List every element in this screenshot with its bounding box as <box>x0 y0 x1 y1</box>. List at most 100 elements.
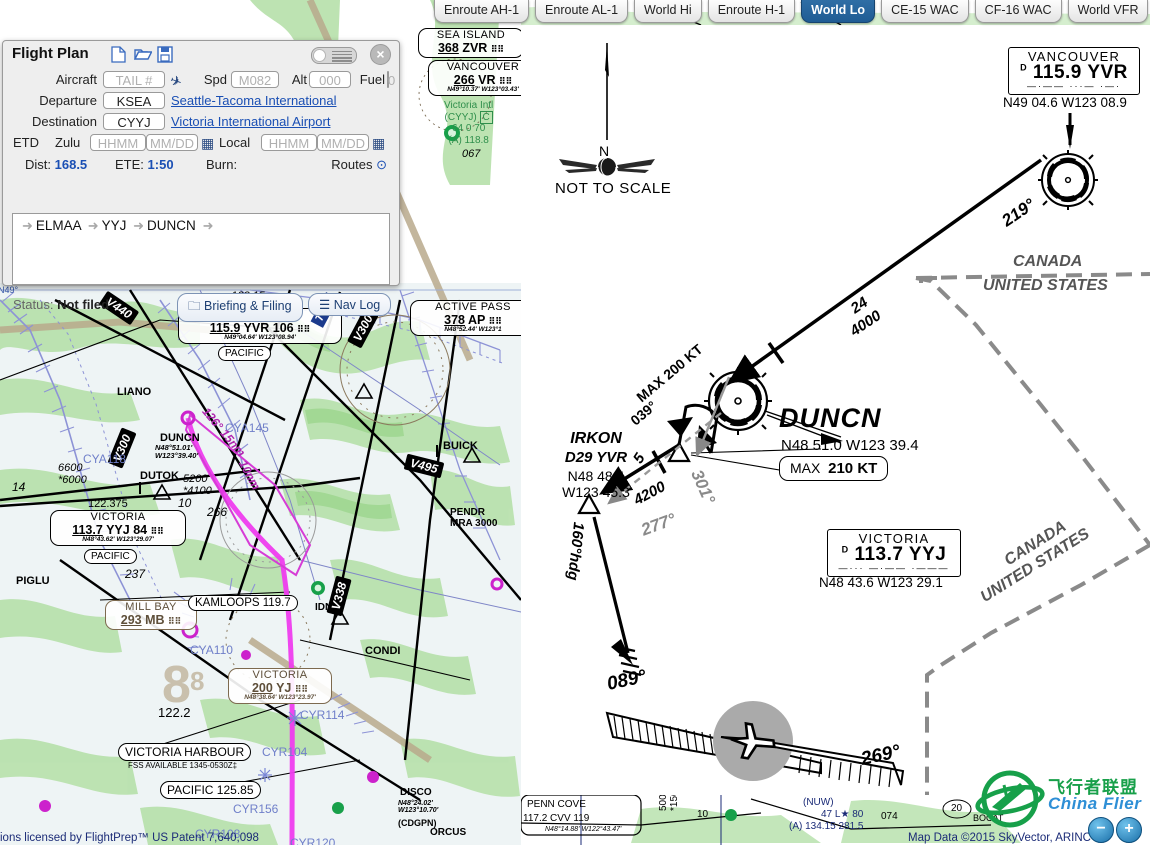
tab-world-hi[interactable]: World Hi <box>634 0 702 23</box>
etd-label: ETD <box>13 135 39 150</box>
flight-plan-header: Flight Plan × <box>3 41 399 68</box>
tab-world-vfr[interactable]: World VFR <box>1067 0 1149 23</box>
panel-view-toggle[interactable] <box>311 47 357 64</box>
summary-row: Dist: 168.5 ETE: 1:50 Burn: Routes ⊙ <box>3 156 399 177</box>
svg-text:*1500: *1500 <box>669 795 680 811</box>
route-arrow-icon: ➜ <box>87 218 99 233</box>
vor-freq: 113.7 <box>854 544 904 565</box>
burn-stat: Burn: <box>206 157 237 172</box>
navaid-coords: N48°38.64' W123°23.97' <box>244 693 316 701</box>
aircraft-tail-input[interactable]: TAIL # <box>103 71 165 88</box>
route-waypoint-0[interactable]: ELMAA <box>36 218 81 233</box>
departure-airport-link[interactable]: Seattle-Tacoma International <box>171 93 336 108</box>
waypoint-disco-label: DISCO <box>400 787 432 798</box>
vor-coords-victoria: N48 43.6 W123 29.1 <box>819 575 943 590</box>
watermark-en-text: China Flier <box>1048 794 1142 813</box>
sua-cya118: CYA118 <box>83 452 126 466</box>
not-to-scale-label: NOT TO SCALE <box>555 180 672 197</box>
waypoint-liano-label: LIANO <box>117 386 152 398</box>
toggle-knob <box>313 49 326 62</box>
navaid-ident: ZVR <box>462 40 488 55</box>
altitude-input[interactable]: 000 <box>309 71 351 88</box>
destination-input[interactable]: CYYJ <box>103 113 165 130</box>
navaid-coords: N48°43.62' W123°29.07' <box>82 535 154 543</box>
etd-zulu-time-input[interactable]: HHMM <box>90 134 146 151</box>
fuel-input[interactable]: 0 <box>387 71 395 88</box>
sua-cyr120: CYR120 <box>290 836 336 845</box>
calendar-icon-local[interactable]: ▦ <box>372 135 385 152</box>
open-folder-icon[interactable] <box>133 46 153 66</box>
speed-input[interactable]: M082 <box>231 71 279 88</box>
fix-name-irkon: IRKON <box>570 430 622 447</box>
watermark: 飞行者联盟 China Flier <box>974 767 1146 829</box>
departure-input[interactable]: KSEA <box>103 92 165 109</box>
airplane-icon[interactable]: ✈ <box>167 72 184 92</box>
aircraft-label: Aircraft <box>55 72 97 87</box>
region-tag-pacific-1: PACIFIC <box>218 346 271 361</box>
route-waypoint-1[interactable]: YYJ <box>102 218 127 233</box>
route-arrow-icon: ➜ <box>202 218 214 233</box>
grid-maf-big: 8 <box>162 656 191 714</box>
vor-box-vancouver: VANCOUVER D 115.9 YVR —·—— ···— ·—· <box>1008 47 1140 95</box>
waypoint-piglu-label: PIGLU <box>16 575 50 587</box>
tab-cf-16-wac[interactable]: CF-16 WAC <box>974 0 1062 23</box>
fix-name-duncn: DUNCN <box>779 403 882 433</box>
briefcase-icon: 🗀 <box>188 299 201 313</box>
svg-text:PENN COVE: PENN COVE <box>527 799 586 810</box>
zulu-label: Zulu <box>55 135 81 150</box>
navaid-freq: 200 <box>251 680 273 695</box>
airway-dist-10: 10 <box>178 496 192 510</box>
svg-text:N48°14.88' W122°43.47': N48°14.88' W122°43.47' <box>545 825 622 833</box>
svg-text:20: 20 <box>951 803 963 814</box>
routes-label: Routes <box>331 157 373 172</box>
svg-text:5000: 5000 <box>658 795 669 811</box>
svg-text:10: 10 <box>697 809 709 820</box>
briefing-filing-button[interactable]: 🗀 Briefing & Filing <box>177 293 303 322</box>
svg-text:(NUW): (NUW) <box>803 797 834 808</box>
ete-stat: ETE: 1:50 <box>115 157 174 172</box>
svg-text:(A) 134.15 281.5: (A) 134.15 281.5 <box>789 821 864 832</box>
sua-cyr156: CYR156 <box>233 802 279 816</box>
save-disk-icon[interactable] <box>157 46 173 66</box>
destination-label: Destination <box>31 114 97 129</box>
etd-local-time-input[interactable]: HHMM <box>261 134 317 151</box>
navaid-freq: 293 <box>120 612 142 627</box>
calendar-icon-zulu[interactable]: ▦ <box>201 135 214 152</box>
tab-enroute-h-1[interactable]: Enroute H-1 <box>707 0 796 23</box>
sua-cya110: CYA110 <box>190 643 233 657</box>
routes-dropdown[interactable]: Routes ⊙ <box>331 157 387 173</box>
fix-ident-irkon: D29 YVR <box>564 449 628 466</box>
route-waypoint-2[interactable]: DUNCN <box>147 218 196 233</box>
route-list-box[interactable]: ➜ ELMAA ➜ YYJ ➜ DUNCN ➜ <box>12 213 390 285</box>
ete-label: ETE: <box>115 157 144 172</box>
vor-ident: YVR <box>1087 62 1128 83</box>
navaid-victoria-ndb: VICTORIA 200 YJ ⠿⠿ N48°38.64' W123°23.97… <box>228 668 332 705</box>
navaid-freq: 368 <box>437 40 459 55</box>
tab-enroute-ah-1[interactable]: Enroute AH-1 <box>434 0 530 23</box>
radial-067: 067 <box>462 148 481 160</box>
status-label: Status: <box>13 297 54 312</box>
china-flier-logo-icon <box>975 770 1045 828</box>
destination-airport-link[interactable]: Victoria International Airport <box>171 114 330 129</box>
waypoint-disco-coords: N48°24.02' W123°10.70' <box>398 800 439 815</box>
speed-label: Spd <box>203 72 227 87</box>
tab-enroute-al-1[interactable]: Enroute AL-1 <box>535 0 629 23</box>
airport-cyvr-info: Victoria Intl (CYYJ) C 64 0 70 (A) 118.8 <box>444 100 494 146</box>
chevron-down-icon: ⊙ <box>376 157 387 172</box>
list-lines-icon <box>332 51 352 62</box>
etd-local-date-input[interactable]: MM/DD <box>317 134 369 151</box>
grid-maf-small: 8 <box>190 666 205 696</box>
region-tag-pacific-2: PACIFIC <box>84 549 137 564</box>
fss-victoria-harbour: VICTORIA HARBOUR <box>118 743 252 761</box>
etd-zulu-date-input[interactable]: MM/DD <box>146 134 198 151</box>
tab-world-lo[interactable]: World Lo <box>801 0 876 23</box>
enroute-chart-panel[interactable]: N NOT TO SCALE VANCOUVER D 115.9 YVR —·—… <box>521 25 1150 795</box>
tab-ce-15-wac[interactable]: CE-15 WAC <box>881 0 969 23</box>
close-icon[interactable]: × <box>370 44 391 65</box>
flight-plan-panel[interactable]: Flight Plan × Aircraft TAIL # ✈ Spd M082 <box>2 40 400 322</box>
distance-value: 168.5 <box>54 157 88 172</box>
briefing-label: Briefing & Filing <box>204 299 292 313</box>
new-document-icon[interactable] <box>111 46 126 66</box>
departure-row: Departure KSEA Seattle-Tacoma Internatio… <box>3 92 399 113</box>
nav-log-button[interactable]: ☰ Nav Log <box>308 293 392 316</box>
